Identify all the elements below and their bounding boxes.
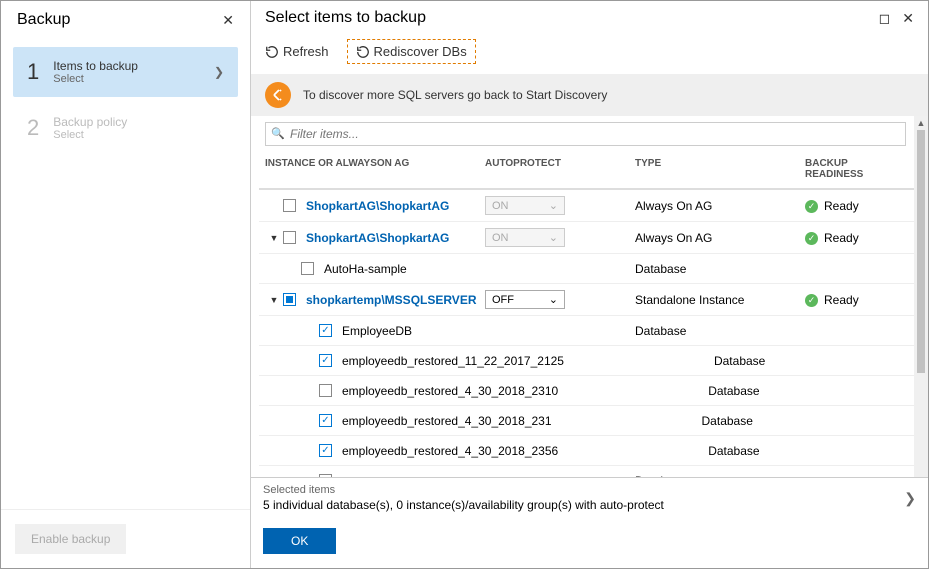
table-row[interactable]: ▼ ShopkartAG\ShopkartAG ON⌄ Always On AG✓Re…	[259, 222, 914, 254]
item-name: employeedb_restored_4_30_2018_231	[342, 414, 552, 428]
table-row[interactable]: ▼ShopkartAG\ShopkartAGON⌄Always On AG✓Re…	[259, 190, 914, 222]
chevron-down-icon: ⌄	[549, 199, 558, 212]
ready-badge: ✓Ready	[805, 199, 859, 213]
scrollbar[interactable]: ▲	[914, 116, 928, 477]
ok-button[interactable]: OK	[263, 528, 336, 554]
checkbox[interactable]	[301, 262, 314, 275]
table-row[interactable]: ▼masterDatabase	[259, 466, 914, 477]
type-cell: Database	[708, 444, 878, 458]
step-items-to-backup[interactable]: 1 Items to backup Select ❯	[13, 47, 238, 97]
checkbox[interactable]: ✓	[319, 324, 332, 337]
rediscover-button[interactable]: Rediscover DBs	[347, 39, 476, 64]
header-instance: INSTANCE OR ALWAYSON AG	[265, 158, 485, 180]
checkbox[interactable]	[319, 474, 332, 477]
maximize-icon[interactable]: ◻	[879, 10, 891, 27]
close-left-icon[interactable]: ✕	[222, 12, 234, 29]
search-icon: 🔍	[271, 127, 285, 140]
check-icon: ✓	[805, 294, 818, 307]
right-title: Select items to backup	[265, 9, 426, 27]
type-cell: Standalone Instance	[635, 293, 805, 307]
checkbox[interactable]: ✓	[319, 354, 332, 367]
refresh-icon	[265, 45, 279, 59]
item-name: employeedb_restored_11_22_2017_2125	[342, 354, 564, 368]
ready-badge: ✓Ready	[805, 231, 859, 245]
checkbox[interactable]	[319, 384, 332, 397]
check-icon: ✓	[805, 200, 818, 213]
filter-input[interactable]	[265, 122, 906, 146]
type-cell: Database	[714, 354, 884, 368]
table-row[interactable]: ▼ shopkartemp\MSSQLSERVER OFF⌄ Standalone I…	[259, 284, 914, 316]
left-panel: Backup ✕ 1 Items to backup Select ❯ 2 Ba…	[1, 1, 251, 568]
close-right-icon[interactable]: ✕	[902, 10, 914, 27]
scroll-up-icon[interactable]: ▲	[917, 118, 926, 128]
table-row[interactable]: ▼AutoHa-sampleDatabase	[259, 254, 914, 284]
checkbox[interactable]: ✓	[319, 414, 332, 427]
step-backup-policy[interactable]: 2 Backup policy Select	[13, 103, 238, 153]
type-cell: Database	[635, 262, 805, 276]
chevron-right-icon[interactable]: ❯	[904, 490, 916, 507]
info-bar: To discover more SQL servers go back to …	[251, 74, 928, 116]
table-row[interactable]: ▼✓EmployeeDBDatabase	[259, 316, 914, 346]
info-icon	[265, 82, 291, 108]
step-title: Items to backup	[53, 59, 138, 73]
checkbox[interactable]	[283, 199, 296, 212]
type-cell: Database	[635, 324, 805, 338]
expand-caret-icon[interactable]: ▼	[269, 233, 279, 243]
check-icon: ✓	[805, 232, 818, 245]
table-body: ▼ShopkartAG\ShopkartAGON⌄Always On AG✓Re…	[259, 189, 914, 477]
type-cell: Always On AG	[635, 199, 805, 213]
item-name: employeedb_restored_4_30_2018_2310	[342, 384, 558, 398]
header-readiness: BACKUP READINESS	[805, 158, 908, 180]
checkbox[interactable]	[283, 293, 296, 306]
rediscover-icon	[356, 45, 370, 59]
right-panel: Select items to backup ◻ ✕ Refresh Redis…	[251, 1, 928, 568]
table-header: INSTANCE OR ALWAYSON AG AUTOPROTECT TYPE…	[259, 150, 914, 189]
refresh-button[interactable]: Refresh	[265, 44, 329, 59]
table-row[interactable]: ▼✓employeedb_restored_11_22_2017_2125Dat…	[259, 346, 914, 376]
selected-items-bar[interactable]: Selected items 5 individual database(s),…	[251, 477, 928, 518]
item-name: master	[342, 474, 379, 478]
table-row[interactable]: ▼✓employeedb_restored_4_30_2018_2356Data…	[259, 436, 914, 466]
selected-text: 5 individual database(s), 0 instance(s)/…	[263, 498, 664, 512]
type-cell: Database	[702, 414, 872, 428]
expand-caret-icon[interactable]: ▼	[269, 295, 279, 305]
chevron-down-icon: ⌄	[549, 293, 558, 306]
table-row[interactable]: ▼employeedb_restored_4_30_2018_2310Datab…	[259, 376, 914, 406]
type-cell: Database	[635, 474, 805, 478]
checkbox[interactable]	[283, 231, 296, 244]
checkbox[interactable]: ✓	[319, 444, 332, 457]
chevron-right-icon: ❯	[214, 65, 224, 79]
step-subtitle: Select	[53, 129, 127, 141]
step-number: 1	[27, 59, 39, 85]
scroll-thumb[interactable]	[917, 130, 925, 373]
item-name: AutoHa-sample	[324, 262, 407, 276]
chevron-down-icon: ⌄	[549, 231, 558, 244]
left-title: Backup	[17, 11, 70, 29]
item-name[interactable]: ShopkartAG\ShopkartAG	[306, 199, 449, 213]
table-row[interactable]: ▼✓employeedb_restored_4_30_2018_231Datab…	[259, 406, 914, 436]
header-type: TYPE	[635, 158, 805, 180]
type-cell: Always On AG	[635, 231, 805, 245]
item-name[interactable]: shopkartemp\MSSQLSERVER	[306, 293, 476, 307]
step-number: 2	[27, 115, 39, 141]
autoprotect-select: ON⌄	[485, 228, 565, 247]
type-cell: Database	[708, 384, 878, 398]
item-name: EmployeeDB	[342, 324, 412, 338]
info-text: To discover more SQL servers go back to …	[303, 88, 607, 102]
item-name[interactable]: ShopkartAG\ShopkartAG	[306, 231, 449, 245]
enable-backup-button[interactable]: Enable backup	[15, 524, 126, 554]
autoprotect-select[interactable]: OFF⌄	[485, 290, 565, 309]
step-subtitle: Select	[53, 73, 138, 85]
ready-badge: ✓Ready	[805, 293, 859, 307]
autoprotect-select: ON⌄	[485, 196, 565, 215]
step-title: Backup policy	[53, 115, 127, 129]
item-name: employeedb_restored_4_30_2018_2356	[342, 444, 558, 458]
selected-label: Selected items	[263, 484, 664, 496]
header-autoprotect: AUTOPROTECT	[485, 158, 635, 180]
